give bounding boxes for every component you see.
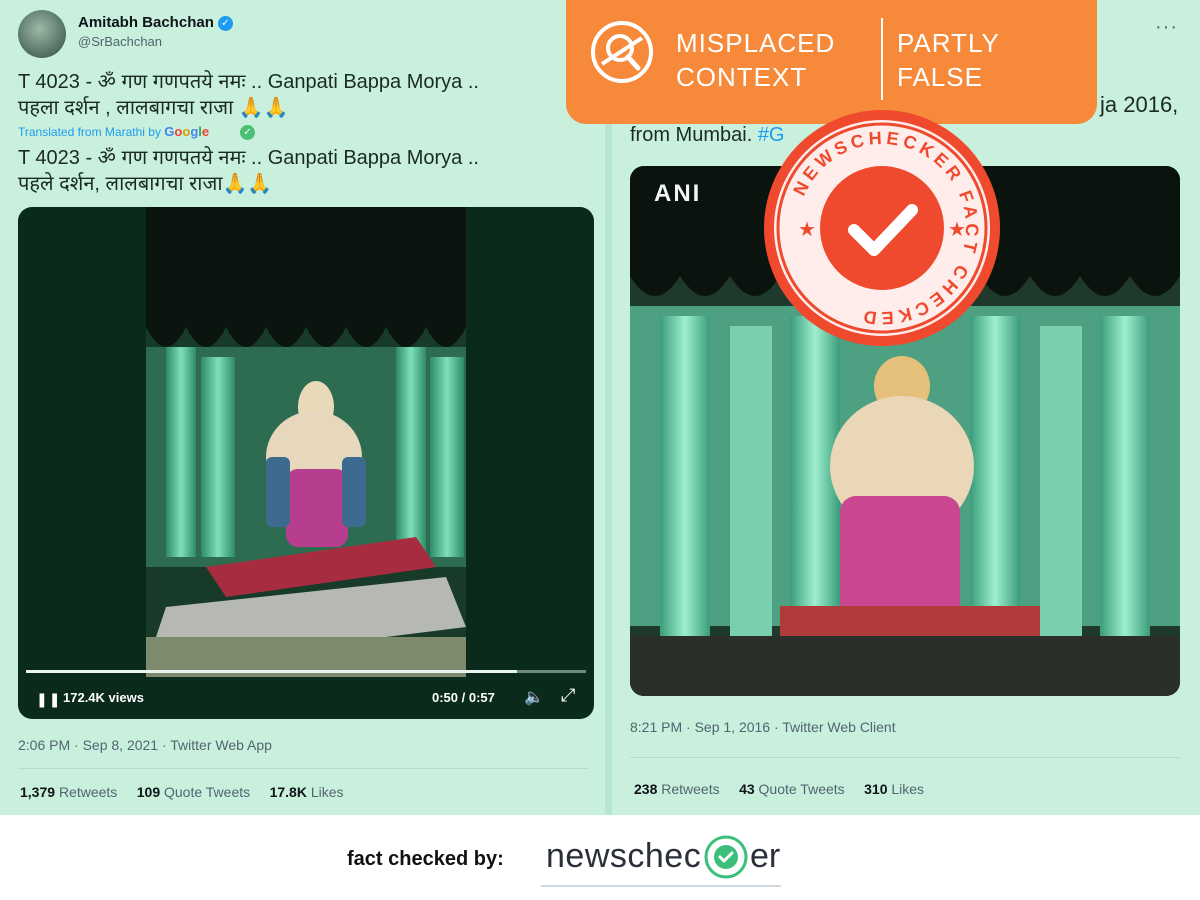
separator (630, 757, 1180, 758)
verdict-label-partly-false: PARTLY FALSE (897, 26, 1000, 94)
likes-count: 310 (864, 781, 888, 797)
translated-note[interactable]: Translated from Marathi by Google (18, 124, 209, 139)
quotes-count: 109 (136, 784, 161, 800)
magnifier-icon (591, 21, 653, 83)
tweet-timestamp[interactable]: 2:06 PM · Sep 8, 2021 · Twitter Web App (18, 737, 272, 753)
footer-label: fact checked by: (347, 848, 504, 870)
translated-prefix: Translated from Marathi by (18, 125, 161, 139)
user-name[interactable]: Amitabh Bachchan ✓ (78, 14, 233, 31)
tweet-text-line: T 4023 - ॐ गण गणपतये नमः .. Ganpati Bapp… (18, 71, 479, 93)
tweet-text-line: पहला दर्शन , लालबागचा राजा 🙏🙏 (18, 97, 289, 119)
brand-name-part: newschec (546, 837, 702, 875)
tweet-text: from Mumbai. (630, 124, 758, 146)
verified-icon: ✓ (217, 16, 233, 31)
verdict-label-misplaced-context: MISPLACED CONTEXT (676, 26, 835, 94)
separator (18, 768, 588, 769)
retweets-count: 1,379 (20, 784, 56, 800)
likes-stat[interactable]: 17.8K Likes (270, 784, 344, 800)
retweets-label: Retweets (661, 781, 720, 797)
video-player[interactable]: ❚❚ 172.4K views 0:50 / 0:57 🔈 ⤢ (18, 207, 594, 719)
verdict-line: MISPLACED (676, 28, 836, 58)
fullscreen-icon[interactable]: ⤢ (561, 685, 575, 706)
verdict-line: PARTLY (897, 28, 1000, 58)
quotes-label: Quote Tweets (758, 781, 845, 797)
quotes-label: Quote Tweets (164, 784, 251, 800)
translation-line: T 4023 - ॐ गण गणपतये नमः .. Ganpati Bapp… (18, 147, 479, 169)
avatar[interactable] (18, 10, 66, 58)
quotes-count: 43 (739, 781, 755, 797)
verdict-line: FALSE (897, 62, 983, 92)
footer: fact checked by: newschec er (0, 815, 1200, 900)
brand-name-part: er (750, 837, 781, 875)
video-progress-fill (26, 670, 518, 673)
likes-label: Likes (891, 781, 925, 797)
retweets-stat[interactable]: 238 Retweets (634, 781, 720, 797)
user-handle[interactable]: @SrBachchan (78, 34, 162, 49)
quotes-stat[interactable]: 43 Quote Tweets (739, 781, 845, 797)
user-name-text[interactable]: Amitabh Bachchan (78, 14, 214, 31)
ani-watermark: ANI (654, 180, 702, 207)
brand-underline (541, 885, 781, 887)
left-tweet-panel: Amitabh Bachchan ✓ @SrBachchan T 4023 - ॐ… (0, 0, 605, 815)
tweet-text-partial: ja 2016, (1100, 92, 1179, 117)
translation-line: पहले दर्शन, लालबागचा राजा🙏🙏 (18, 173, 273, 195)
tweet-stats: 1,379 Retweets 109 Quote Tweets 17.8K Li… (20, 784, 344, 800)
tweet-stats: 238 Retweets 43 Quote Tweets 310 Likes (634, 781, 924, 797)
newschecker-logo-icon (704, 835, 748, 879)
quotes-stat[interactable]: 109 Quote Tweets (137, 784, 250, 800)
likes-count: 17.8K (269, 784, 307, 800)
likes-stat[interactable]: 310 Likes (864, 781, 924, 797)
fact-checked-stamp: NEWSCHECKER FACT CHECKED ★ ★ (764, 110, 1000, 346)
banner-divider (881, 18, 883, 100)
video-views: 172.4K views (63, 690, 144, 705)
retweets-stat[interactable]: 1,379 Retweets (20, 784, 117, 800)
star-icon: ★ (948, 217, 966, 241)
verdict-line: CONTEXT (676, 62, 808, 92)
volume-icon[interactable]: 🔈 (524, 687, 544, 707)
pause-icon[interactable]: ❚❚ (36, 691, 61, 708)
more-options-icon[interactable]: ··· (1155, 16, 1178, 39)
retweets-label: Retweets (58, 784, 118, 800)
star-icon: ★ (798, 217, 816, 241)
tweet-timestamp[interactable]: 8:21 PM · Sep 1, 2016 · Twitter Web Clie… (630, 719, 896, 735)
check-icon: ✓ (240, 125, 255, 140)
video-time: 0:50 / 0:57 (432, 690, 495, 705)
video-scene (146, 207, 466, 677)
likes-label: Likes (310, 784, 344, 800)
google-logo: Google (164, 124, 210, 139)
retweets-count: 238 (634, 781, 658, 797)
